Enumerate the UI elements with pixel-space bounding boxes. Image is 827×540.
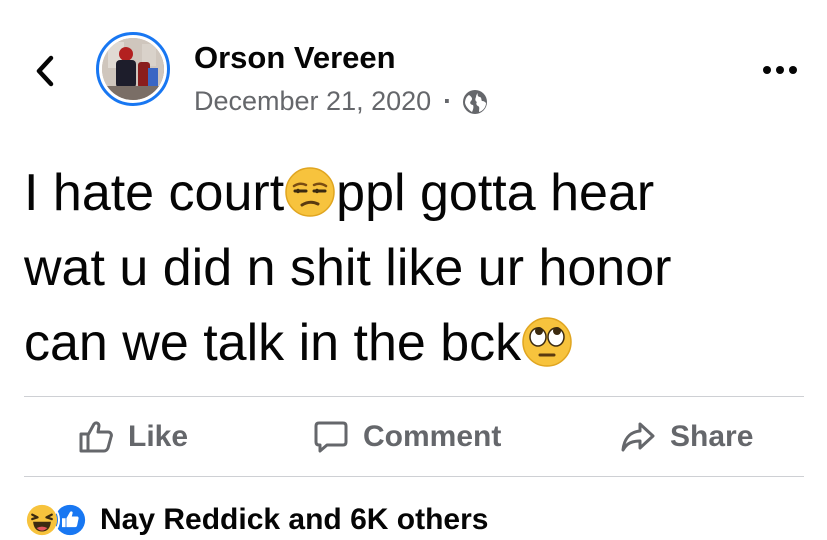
- like-button[interactable]: Like: [78, 398, 188, 476]
- reactions-summary-text[interactable]: Nay Reddick and 6K others: [100, 503, 488, 537]
- share-label: Share: [670, 420, 754, 453]
- avatar-photo: [102, 38, 164, 100]
- unamused-face-icon: [285, 167, 335, 217]
- chevron-left-icon: [36, 55, 54, 87]
- post-text-segment: I hate court: [24, 164, 285, 222]
- post-meta: December 21, 2020 ·: [194, 86, 488, 117]
- back-button[interactable]: [30, 54, 60, 88]
- post-date[interactable]: December 21, 2020: [194, 86, 431, 117]
- comment-button[interactable]: Comment: [313, 398, 501, 476]
- comment-label: Comment: [363, 420, 502, 453]
- reactions-summary[interactable]: Nay Reddick and 6K others: [24, 500, 488, 540]
- post-text-line-1: I hate court ppl gotta hear: [24, 156, 804, 231]
- share-arrow-icon: [621, 422, 655, 452]
- laughing-face-icon: [24, 502, 60, 538]
- top-divider: [24, 396, 804, 397]
- post-text-line-3: can we talk in the bck: [24, 306, 804, 381]
- action-bar: Like Comment Share: [24, 398, 804, 476]
- share-button[interactable]: Share: [620, 398, 753, 476]
- meta-separator: ·: [443, 86, 453, 116]
- post-text-line-2: wat u did n shit like ur honor: [24, 239, 672, 297]
- bottom-divider: [24, 476, 804, 477]
- author-name[interactable]: Orson Vereen: [194, 40, 396, 76]
- thumbs-up-icon: [79, 421, 113, 453]
- avatar[interactable]: [96, 32, 170, 106]
- like-label: Like: [128, 420, 189, 453]
- more-options-button[interactable]: [760, 58, 800, 82]
- post-header: Orson Vereen December 21, 2020 ·: [0, 0, 827, 140]
- post-text-segment: ppl gotta hear: [336, 164, 655, 222]
- post-body: I hate court ppl gotta hear wat u did n …: [24, 156, 804, 381]
- post-text-segment: can we talk in the bck: [24, 314, 522, 372]
- comment-bubble-icon: [314, 421, 348, 453]
- rolling-eyes-icon: [522, 317, 572, 367]
- ellipsis-icon: [763, 66, 797, 74]
- globe-icon[interactable]: [462, 89, 488, 115]
